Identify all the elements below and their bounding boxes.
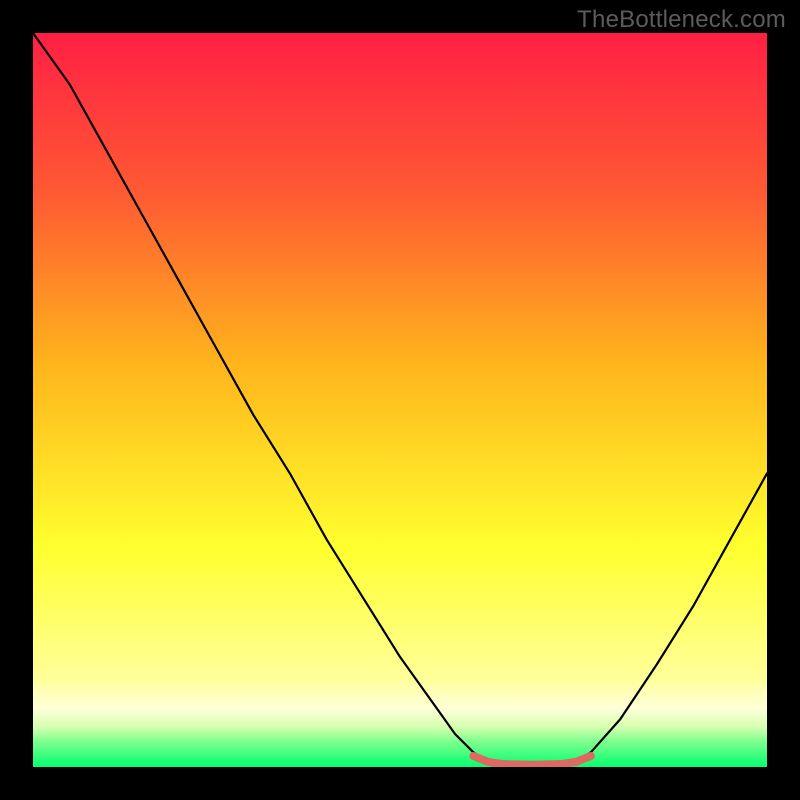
bottleneck-curve-chart bbox=[33, 33, 767, 767]
chart-frame: TheBottleneck.com bbox=[0, 0, 800, 800]
plot-area bbox=[33, 33, 767, 767]
watermark-text: TheBottleneck.com bbox=[577, 6, 786, 34]
